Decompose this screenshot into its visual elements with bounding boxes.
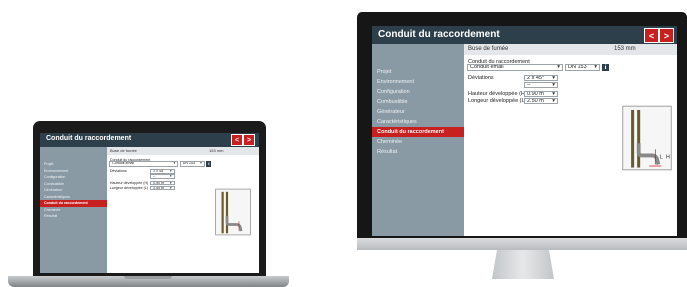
sidebar-item-8[interactable]: Résultat — [40, 213, 107, 220]
chevron-left-icon: < — [648, 30, 655, 41]
info-icon[interactable]: i — [206, 161, 212, 167]
chevron-down-icon: ▾ — [594, 64, 597, 70]
monitor-chimney-diagram: L H — [622, 105, 672, 171]
conduit-type-select[interactable]: Conduit émail ▾ — [467, 64, 563, 71]
monitor-screen: Conduit du raccordement < > Projet Enviro… — [372, 26, 677, 236]
deviations-select-2-value: -- — [527, 82, 531, 88]
laptop-info-label: Buse de fumée — [110, 148, 137, 153]
chevron-down-icon: ▾ — [552, 75, 555, 81]
chevron-down-icon: ▾ — [552, 82, 555, 88]
deviations-select-2[interactable]: -- ▾ — [524, 82, 558, 88]
deviations-select-2[interactable]: -- ▾ — [150, 174, 175, 179]
conduit-type-select-value: Conduit émail — [112, 161, 135, 166]
sidebar-item-0[interactable]: Projet — [372, 67, 464, 77]
sidebar-item-1[interactable]: Environnement — [372, 77, 464, 87]
laptop-next-button[interactable]: > — [243, 134, 255, 146]
chevron-down-icon: ▾ — [552, 91, 555, 97]
monitor-sidebar: Projet Environnement Configuration Combusti… — [372, 44, 464, 236]
hauteur-label: Hauteur développée (H) — [468, 91, 527, 97]
hauteur-select-value: 0.90 m — [527, 91, 544, 97]
sidebar-item-3[interactable]: Combustible — [372, 97, 464, 107]
chevron-down-icon: ▾ — [169, 169, 172, 174]
laptop-title: Conduit du raccordement — [46, 135, 132, 142]
sidebar-item-5[interactable]: Caractéristiques — [372, 117, 464, 127]
sidebar-item-6[interactable]: Conduit du raccordement — [372, 127, 464, 137]
diameter-select-value: DN 153 — [182, 161, 195, 166]
sidebar-item-4[interactable]: Générateur — [372, 107, 464, 117]
monitor-titlebar: Conduit du raccordement < > — [372, 26, 677, 44]
laptop-sidebar: Projet Environnement Configuration Combusti… — [40, 147, 107, 273]
longueur-select-value: 2.50 m — [153, 185, 165, 190]
laptop-prev-button[interactable]: < — [231, 134, 243, 146]
monitor-info-value: 153 mm — [614, 46, 636, 52]
diagram-l-label: L — [660, 154, 663, 160]
laptop-screen: Conduit du raccordement < > Projet Enviro… — [40, 133, 259, 273]
conduit-type-select[interactable]: Conduit émail ▾ — [109, 161, 179, 167]
conduit-type-select-value: Conduit émail — [470, 64, 504, 70]
chevron-down-icon: ▾ — [169, 174, 172, 179]
monitor-info-label: Buse de fumée — [468, 46, 509, 52]
diameter-select[interactable]: DN 153 ▾ — [179, 161, 205, 167]
hauteur-label: Hauteur développée (H) — [109, 180, 149, 185]
longueur-select[interactable]: 2.50 m ▾ — [524, 98, 558, 104]
longueur-select-value: 2.50 m — [527, 98, 544, 104]
info-icon[interactable]: i — [602, 64, 609, 71]
hauteur-select-value: 0.90 m — [153, 180, 165, 185]
deviations-label: Déviations — [109, 169, 127, 174]
laptop-chimney-diagram — [215, 188, 251, 236]
laptop-notch — [124, 276, 172, 279]
sidebar-item-7[interactable]: Cheminée — [372, 137, 464, 147]
longueur-label: Longeur développée (L) — [109, 185, 149, 190]
monitor-stand — [492, 250, 554, 279]
laptop-info-value: 153 mm — [209, 148, 224, 153]
deviations-select-value: 2 x 45° — [153, 169, 165, 174]
diagram-h-label: H — [666, 154, 670, 160]
deviations-label: Déviations — [468, 75, 494, 81]
hauteur-select[interactable]: 0.90 m ▾ — [524, 91, 558, 97]
monitor-prev-button[interactable]: < — [644, 28, 659, 43]
deviations-select[interactable]: 2 x 45° ▾ — [150, 169, 175, 174]
chevron-right-icon: > — [663, 30, 670, 41]
chevron-down-icon: ▾ — [169, 180, 172, 185]
diameter-select[interactable]: DN 153 ▾ — [565, 64, 600, 71]
chevron-right-icon: > — [246, 136, 252, 144]
chevron-down-icon: ▾ — [169, 185, 172, 190]
monitor-infobar: Buse de fumée 153 mm — [464, 44, 677, 55]
deviations-select-value: 2 x 45° — [527, 75, 545, 81]
chevron-left-icon: < — [234, 136, 240, 144]
chevron-down-icon: ▾ — [173, 161, 176, 166]
chevron-down-icon: ▾ — [557, 64, 560, 70]
deviations-select-2-value: -- — [153, 174, 156, 179]
sidebar-item-2[interactable]: Configuration — [372, 87, 464, 97]
laptop-infobar: Buse de fumée 153 mm — [107, 147, 259, 155]
deviations-select[interactable]: 2 x 45° ▾ — [524, 75, 558, 81]
longueur-label: Longeur développée (L) — [468, 98, 527, 104]
chevron-down-icon: ▾ — [200, 161, 202, 166]
longueur-select[interactable]: 2.50 m ▾ — [150, 185, 175, 191]
monitor-chin — [357, 238, 687, 250]
sidebar-item-8[interactable]: Résultat — [372, 147, 464, 157]
chevron-down-icon: ▾ — [552, 98, 555, 104]
monitor-title: Conduit du raccordement — [378, 29, 500, 40]
laptop-titlebar: Conduit du raccordement < > — [40, 133, 259, 147]
hauteur-select[interactable]: 0.90 m ▾ — [150, 180, 175, 186]
diameter-select-value: DN 153 — [568, 64, 587, 70]
monitor-next-button[interactable]: > — [659, 28, 674, 43]
